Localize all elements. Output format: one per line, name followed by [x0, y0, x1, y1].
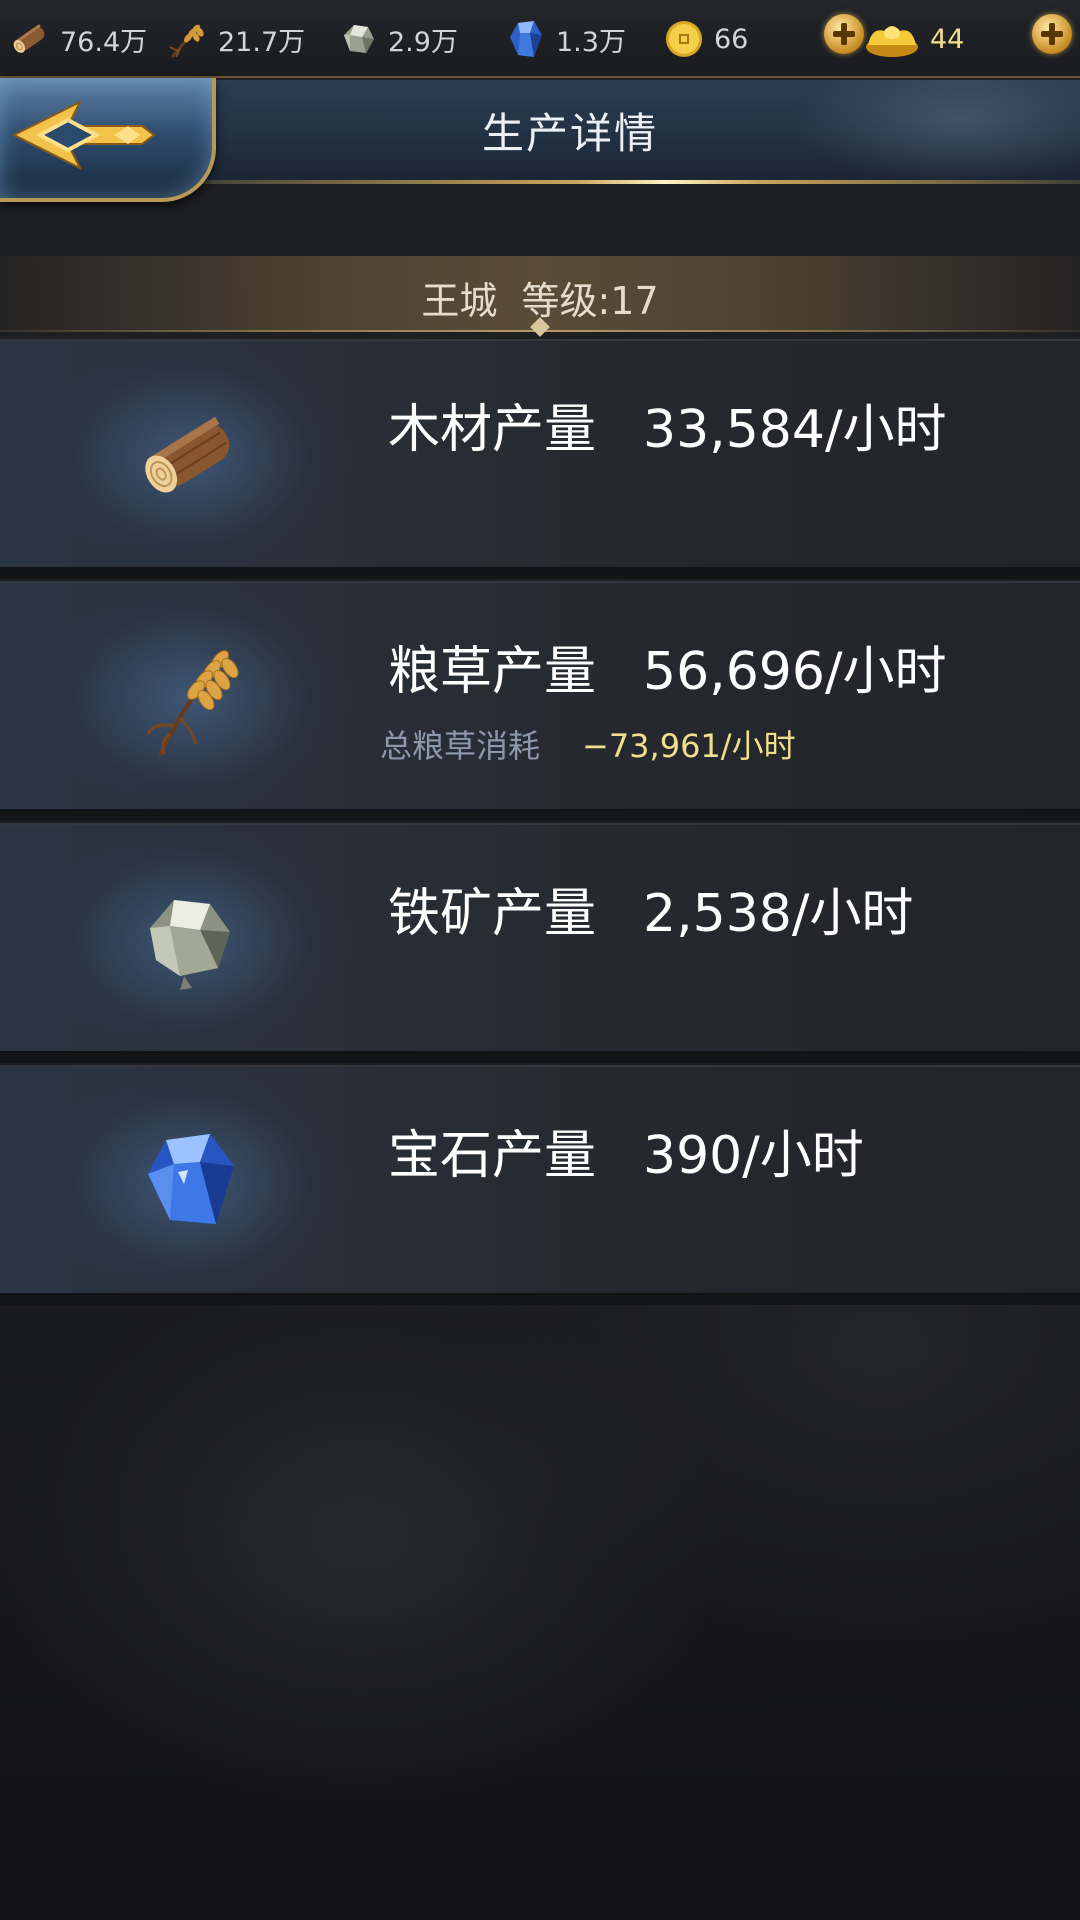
production-label: 铁矿产量 [388, 884, 597, 944]
gold-ingot-icon [866, 26, 918, 57]
production-value: 56,696/小时 [643, 642, 947, 702]
resource-coin[interactable]: 66 [662, 14, 748, 64]
add-resource-plus-icon[interactable] [1032, 14, 1072, 54]
resource-gold-value: 44 [930, 23, 965, 55]
iron-ore-icon [150, 900, 230, 990]
resource-gem-value: 1.3万 [556, 26, 626, 58]
resource-wood[interactable]: 76.4万 [8, 14, 147, 64]
gem-icon [148, 1134, 234, 1224]
resource-iron[interactable]: 2.9万 [336, 14, 458, 64]
production-details-screen: 76.4万 21.7万 2.9万 1.3万 66 44 生产详情 王城 等级:1… [0, 0, 1080, 1920]
production-row-grain: 粮草产量 56,696/小时 总粮草消耗 −73,961/小时 [0, 581, 1080, 821]
grain-icon [169, 24, 204, 58]
wood-icon [145, 416, 230, 493]
resource-gem[interactable]: 1.3万 [504, 14, 626, 64]
production-label: 宝石产量 [388, 1126, 597, 1186]
coin-icon [666, 21, 702, 57]
production-value: 390/小时 [643, 1126, 864, 1186]
resource-iron-value: 2.9万 [388, 26, 458, 58]
production-row-iron: 铁矿产量 2,538/小时 [0, 823, 1080, 1063]
wood-icon [13, 24, 45, 53]
resource-grain-value: 21.7万 [218, 26, 306, 58]
consumption-value: −73,961/小时 [582, 727, 796, 765]
gem-icon [510, 21, 542, 57]
back-button[interactable] [0, 78, 216, 202]
resource-gold[interactable]: 44 [862, 14, 964, 64]
resource-bar: 76.4万 21.7万 2.9万 1.3万 66 44 [0, 0, 1080, 78]
resource-coin-value: 66 [714, 23, 749, 55]
resource-grain[interactable]: 21.7万 [166, 14, 305, 64]
back-arrow-icon [11, 99, 156, 171]
production-value: 2,538/小时 [643, 884, 914, 944]
iron-ore-icon [344, 25, 374, 53]
add-gold-plus-icon[interactable] [824, 14, 864, 54]
production-row-gem: 宝石产量 390/小时 [0, 1065, 1080, 1305]
production-value: 33,584/小时 [643, 400, 947, 460]
consumption-label: 总粮草消耗 [380, 727, 541, 765]
production-label: 木材产量 [388, 400, 597, 460]
production-label: 粮草产量 [388, 642, 597, 702]
resource-wood-value: 76.4万 [60, 26, 148, 58]
grain-icon [146, 650, 239, 757]
production-row-wood: 木材产量 33,584/小时 [0, 339, 1080, 579]
